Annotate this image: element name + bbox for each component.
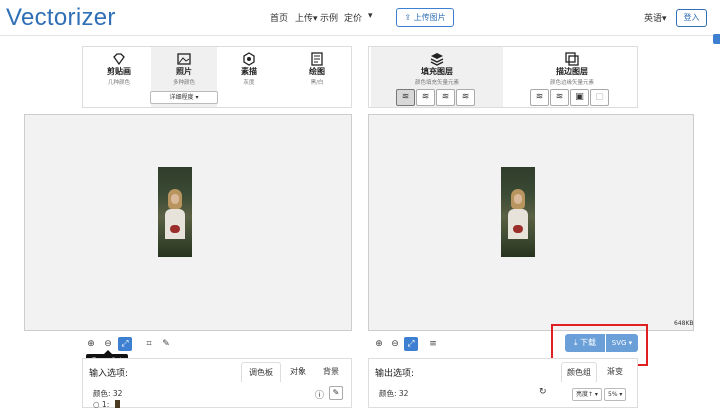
fill-layer-option-3[interactable]: ≋ bbox=[436, 89, 455, 106]
upload-image-button[interactable]: ⇪ 上传图片 bbox=[396, 8, 454, 27]
detail-level-dropdown[interactable]: 详细程度 ▾ bbox=[150, 91, 218, 104]
mode-subtitle: 几种颜色 bbox=[107, 80, 130, 86]
stroke-layers-icon bbox=[565, 51, 579, 66]
layers-icon: ≋ bbox=[555, 92, 564, 102]
layers-icon bbox=[430, 51, 444, 66]
tab-palette[interactable]: 调色板 bbox=[241, 362, 281, 382]
fill-layer-option-1[interactable]: ≋ bbox=[396, 89, 415, 106]
mode-sketch[interactable]: 素描 灰度 bbox=[221, 47, 277, 107]
mode-title: 描边图层 bbox=[556, 67, 588, 76]
language-dropdown[interactable]: 英语▾ bbox=[644, 11, 667, 24]
mode-subtitle: 颜色填充矢量元素 bbox=[414, 80, 459, 86]
reset-icon[interactable]: ↻ bbox=[539, 387, 547, 397]
zoom-in-icon[interactable]: ⊕ bbox=[372, 337, 386, 351]
pencil-icon: ✎ bbox=[332, 388, 340, 397]
mode-title: 剪贴画 bbox=[107, 67, 131, 76]
edit-palette-button[interactable]: ✎ bbox=[329, 386, 343, 400]
diamond-icon bbox=[112, 51, 126, 66]
upload-label: 上传图片 bbox=[413, 13, 446, 22]
output-options-heading: 输出选项: bbox=[375, 369, 415, 379]
tab-color-groups[interactable]: 颜色组 bbox=[561, 362, 597, 382]
fill-layer-option-2[interactable]: ≋ bbox=[416, 89, 435, 106]
mode-clipart[interactable]: 剪贴画 几种颜色 bbox=[91, 47, 147, 107]
drawing-icon bbox=[310, 51, 324, 66]
colors-count-label: 颜色: 32 bbox=[379, 389, 409, 398]
mode-title: 照片 bbox=[176, 67, 192, 76]
stroke-layer-option-2[interactable]: ≋ bbox=[550, 89, 569, 106]
mode-title: 绘图 bbox=[309, 67, 325, 76]
mode-subtitle: 灰度 bbox=[243, 80, 255, 86]
upload-icon: ⇪ bbox=[404, 13, 414, 22]
login-button[interactable]: 登入 bbox=[676, 9, 707, 27]
nav-more-dropdown[interactable]: ▾ bbox=[368, 11, 373, 21]
nav-upload-menu[interactable]: 上传▾ bbox=[295, 11, 318, 24]
mode-subtitle: 颜色边缘矢量元素 bbox=[549, 80, 594, 86]
nav-examples[interactable]: 示例 bbox=[320, 11, 338, 24]
input-options-heading: 输入选项: bbox=[89, 369, 129, 379]
image-icon bbox=[177, 51, 191, 65]
edit-icon[interactable]: ✎ bbox=[159, 337, 173, 351]
tab-gradients[interactable]: 渐变 bbox=[599, 362, 631, 382]
crop-icon[interactable]: ⌗ bbox=[142, 337, 156, 351]
mode-title: 填充图层 bbox=[421, 67, 453, 76]
side-widget-icon[interactable] bbox=[713, 34, 720, 44]
brightness-sort-dropdown[interactable]: 亮度↑ ▾ bbox=[572, 388, 602, 401]
layers-icon: ≋ bbox=[441, 92, 450, 102]
square-icon: ▢ bbox=[595, 92, 604, 102]
layers-icon: ≋ bbox=[401, 92, 410, 102]
mode-subtitle: 黑/白 bbox=[310, 80, 324, 86]
help-icon[interactable]: ⓘ bbox=[315, 388, 324, 401]
color-swatch[interactable] bbox=[115, 400, 120, 408]
colors-count-label: 颜色: 32 bbox=[93, 389, 123, 398]
zoom-in-icon[interactable]: ⊕ bbox=[84, 337, 98, 351]
fit-to-view-icon[interactable]: ⤢ bbox=[118, 337, 132, 351]
zoom-out-icon[interactable]: ⊖ bbox=[101, 337, 115, 351]
menu-icon[interactable]: ≡ bbox=[426, 337, 440, 351]
stroke-layer-option-3[interactable]: ▣ bbox=[570, 89, 589, 106]
logo[interactable]: Vectorizer bbox=[6, 4, 116, 32]
file-size-label: 648KB bbox=[674, 320, 694, 327]
nav-pricing[interactable]: 定价 bbox=[344, 11, 362, 24]
stroke-layer-option-1[interactable]: ≋ bbox=[530, 89, 549, 106]
top-header: Vectorizer 首页 上传▾ 示例 定价 ▾ ⇪ 上传图片 英语▾ 登入 bbox=[0, 0, 720, 36]
mode-title: 素描 bbox=[241, 67, 257, 76]
zoom-out-icon[interactable]: ⊖ bbox=[388, 337, 402, 351]
stroke-layer-option-4[interactable]: ▢ bbox=[590, 89, 609, 106]
fill-layer-option-4[interactable]: ≋ bbox=[456, 89, 475, 106]
layers-icon: ≋ bbox=[535, 92, 544, 102]
threshold-dropdown[interactable]: 5% ▾ bbox=[604, 388, 627, 401]
output-vector-preview bbox=[501, 167, 535, 257]
tab-background[interactable]: 背景 bbox=[315, 362, 347, 382]
nav-home[interactable]: 首页 bbox=[270, 11, 288, 24]
mode-subtitle: 多种颜色 bbox=[172, 80, 195, 86]
mode-drawing[interactable]: 绘图 黑/白 bbox=[288, 47, 346, 107]
input-options-panel: 输入选项: 调色板 对象 背景 颜色: 32 ○ 1: ⓘ ✎ bbox=[82, 358, 352, 409]
layers-icon: ≋ bbox=[421, 92, 430, 102]
input-photo bbox=[158, 167, 192, 257]
square-icon: ▣ bbox=[575, 92, 584, 102]
tab-objects[interactable]: 对象 bbox=[283, 362, 313, 382]
hexagon-icon bbox=[242, 51, 256, 66]
fit-to-view-icon[interactable]: ⤢ bbox=[404, 337, 418, 351]
layers-icon: ≋ bbox=[461, 92, 470, 102]
